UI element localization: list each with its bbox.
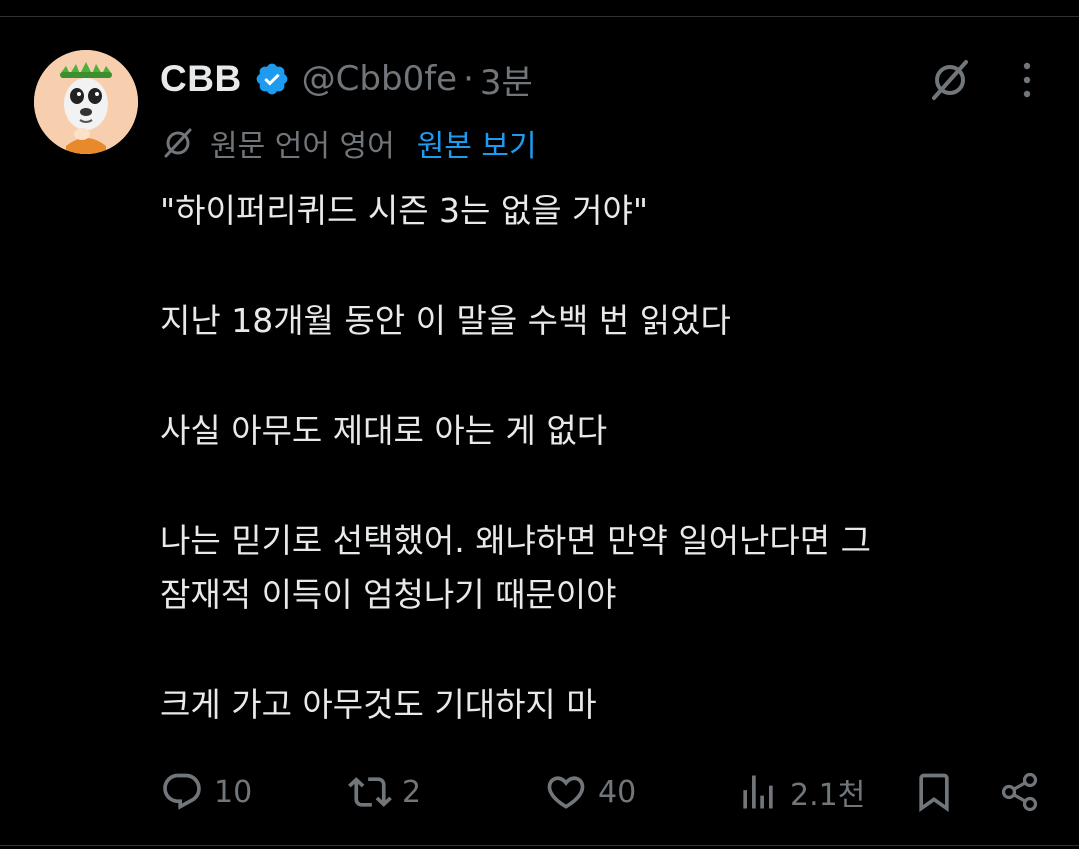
repost-icon: [348, 777, 392, 807]
tweet-line: 크게 가고 아무것도 기대하지 마: [160, 685, 597, 724]
more-icon[interactable]: [1012, 58, 1042, 102]
bookmark-button[interactable]: [912, 766, 956, 818]
tweet-line: 지난 18개월 동안 이 말을 수백 번 읽었다: [160, 301, 731, 340]
views-count: 2.1천: [790, 778, 866, 813]
translate-icon: [164, 128, 192, 158]
share-button[interactable]: [998, 766, 1042, 818]
top-divider: [0, 16, 1079, 17]
reply-icon: [163, 773, 201, 810]
tweet-line: "하이퍼리퀴드 시즌 3는 없을 거야": [160, 191, 648, 230]
avatar-image: [34, 50, 138, 154]
like-count: 40: [598, 774, 637, 810]
author-handle[interactable]: @Cbb0fe: [302, 59, 457, 99]
translation-notice: 원문 언어 영어 원본 보기: [160, 122, 537, 164]
avatar[interactable]: [34, 50, 138, 154]
tweet-line: 나는 믿기로 선택했어. 왜냐하면 만약 일어난다면 그: [160, 521, 871, 560]
tweet-text: "하이퍼리퀴드 시즌 3는 없을 거야" 지난 18개월 동안 이 말을 수백 …: [160, 184, 1040, 732]
like-icon: [547, 776, 585, 809]
separator-dot: ·: [463, 59, 474, 99]
tweet-line: 사실 아무도 제대로 아는 게 없다: [160, 411, 608, 450]
repost-count: 2: [402, 774, 422, 810]
like-button[interactable]: 40: [544, 766, 636, 818]
translation-label: 원문 언어 영어: [210, 129, 395, 164]
timestamp[interactable]: 3분: [480, 55, 533, 104]
bottom-divider: [0, 845, 1079, 846]
tweet-line: 잠재적 이득이 엄청나기 때문이야: [160, 575, 617, 614]
repost-button[interactable]: 2: [348, 766, 421, 818]
grok-icon[interactable]: [926, 56, 974, 104]
views-button[interactable]: 2.1천: [736, 766, 865, 818]
view-original-link[interactable]: 원본 보기: [417, 121, 537, 165]
action-bar: 10 2 40 2.1천: [0, 766, 1079, 818]
reply-button[interactable]: 10: [160, 766, 252, 818]
verified-badge-icon[interactable]: [254, 61, 290, 97]
tweet-header: CBB @Cbb0fe · 3분: [160, 55, 533, 104]
share-icon: [1001, 772, 1038, 812]
reply-count: 10: [214, 774, 253, 810]
bookmark-icon: [919, 773, 949, 813]
author-name[interactable]: CBB: [160, 58, 242, 100]
views-icon: [743, 775, 773, 809]
